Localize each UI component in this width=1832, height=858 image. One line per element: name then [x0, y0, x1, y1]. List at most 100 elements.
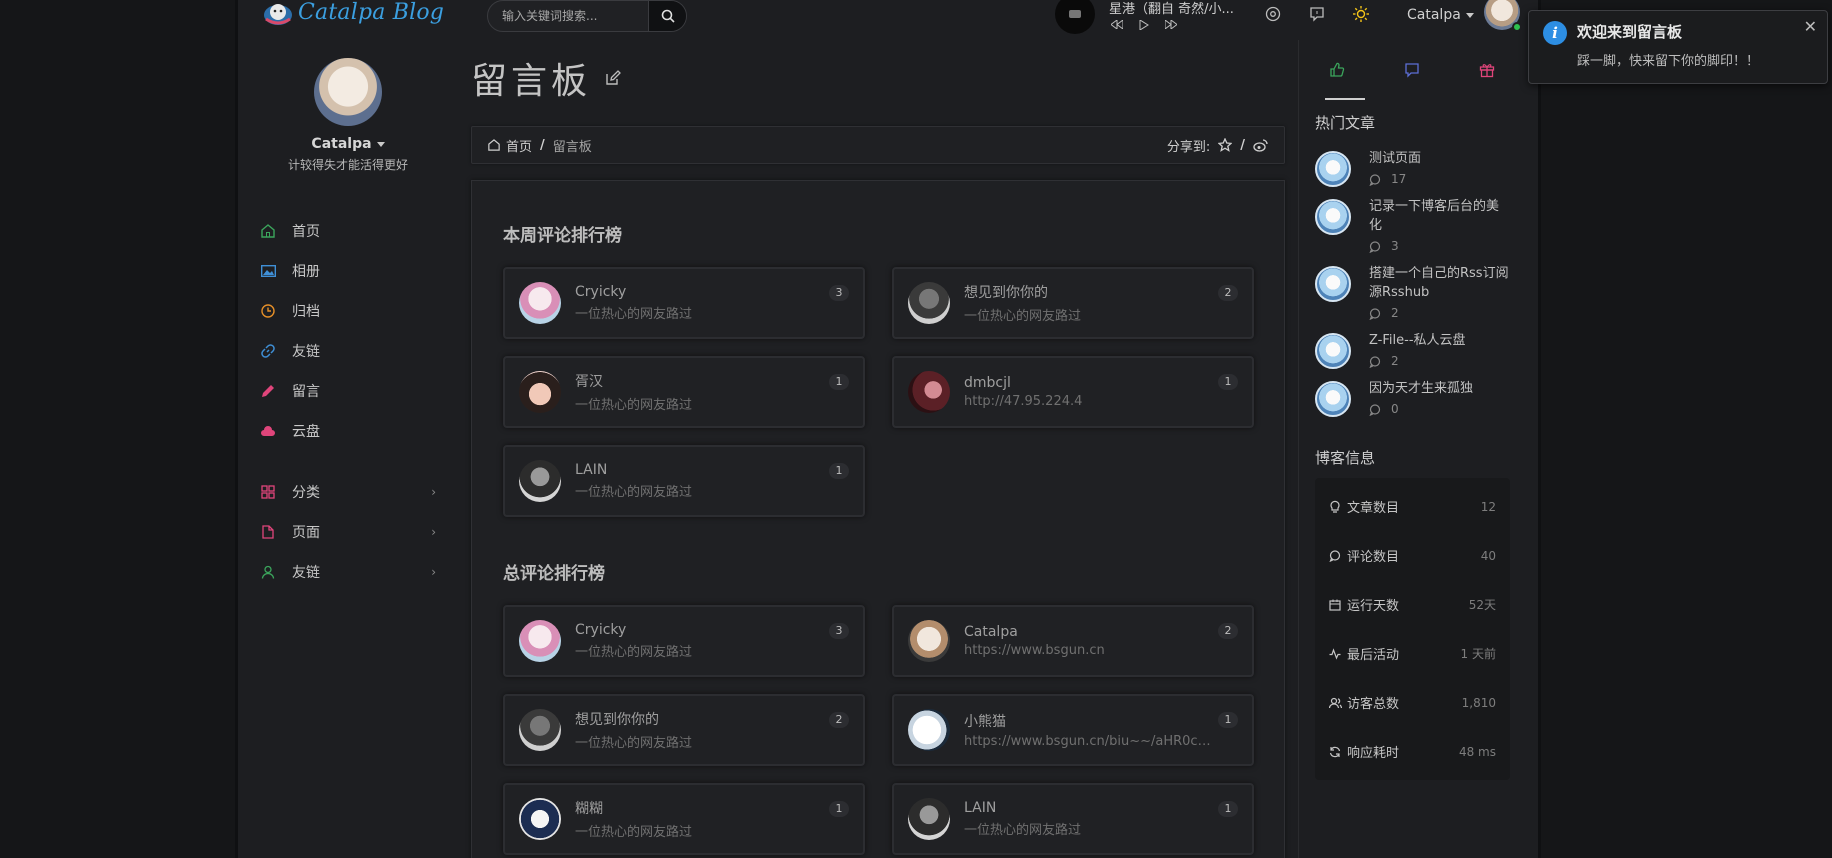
- search-input[interactable]: [488, 9, 648, 23]
- breadcrumb-home[interactable]: 首页: [488, 136, 532, 155]
- avatar: [1315, 381, 1351, 417]
- close-icon[interactable]: ✕: [1804, 17, 1817, 36]
- sidebar-item-pages[interactable]: 页面 ›: [238, 512, 458, 552]
- ranking-card[interactable]: 小熊猫 https://www.bsgun.cn/biu~~/aHR0cH... …: [892, 694, 1254, 766]
- ranking-card[interactable]: LAIN 一位热心的网友路过 1: [503, 445, 865, 517]
- profile-name[interactable]: Catalpa: [238, 136, 458, 152]
- star-icon[interactable]: [1218, 138, 1233, 152]
- blog-info-box: 文章数目 12 评论数目 40 运行天数 52天 最后活动 1 天前 访客总数 1,810…: [1315, 478, 1510, 780]
- sidebar-item-home[interactable]: 首页: [238, 211, 458, 251]
- comment-count-badge: 2: [1218, 285, 1238, 301]
- top-icon-group: [1265, 6, 1369, 22]
- hot-post-item[interactable]: 测试页面 17: [1299, 141, 1524, 189]
- search-box: [487, 0, 687, 32]
- hot-post-item[interactable]: 记录一下博客后台的美化 3: [1299, 189, 1524, 256]
- album-cover[interactable]: [1055, 0, 1095, 34]
- comment-icon: [1369, 355, 1381, 368]
- ranking-card[interactable]: dmbcjl http://47.95.224.4 1: [892, 356, 1254, 428]
- previous-icon[interactable]: [1111, 20, 1123, 29]
- sidebar-item-cloud[interactable]: 云盘: [238, 411, 458, 451]
- logo-text: Catalpa Blog: [298, 0, 445, 25]
- ranking-panel: 本周评论排行榜 Cryicky 一位热心的网友路过 3 想见到你你的 一位热心的网友…: [471, 180, 1285, 858]
- avatar: [908, 282, 950, 324]
- info-icon: i: [1543, 21, 1567, 45]
- main-content: 留言板 首页 / 留言板 分享到: / 本周评论排行榜 Cryicky 一位热心的…: [471, 32, 1285, 858]
- profile-motto: 计较得失才能活得更好: [287, 158, 408, 172]
- info-row-days: 运行天数 52天: [1315, 580, 1510, 629]
- activity-icon: [1329, 647, 1343, 660]
- avatar: [908, 371, 950, 413]
- comment-icon: [1369, 173, 1381, 186]
- clock-icon: [260, 303, 276, 319]
- ranking-card[interactable]: LAIN 一位热心的网友路过 1: [892, 783, 1254, 855]
- comment-count-badge: 1: [1218, 712, 1238, 728]
- chevron-right-icon: ›: [431, 525, 436, 539]
- search-button[interactable]: [648, 1, 686, 31]
- avatar: [519, 709, 561, 751]
- hot-post-item[interactable]: Z-File--私人云盘 2: [1299, 323, 1524, 371]
- breadcrumb: 首页 / 留言板 分享到: /: [471, 126, 1285, 164]
- user-name: Catalpa: [1407, 7, 1461, 23]
- site-logo[interactable]: Catalpa Blog: [260, 0, 444, 30]
- caret-down-icon: [376, 141, 385, 147]
- grid-icon: [260, 484, 276, 500]
- cloud-icon: [260, 423, 276, 439]
- play-icon[interactable]: [1139, 20, 1149, 30]
- comment-count-badge: 1: [829, 801, 849, 817]
- comment-icon[interactable]: [1404, 62, 1420, 78]
- ranking-card[interactable]: Cryicky 一位热心的网友路过 3: [503, 605, 865, 677]
- total-ranking-list: Cryicky 一位热心的网友路过 3 Catalpa https://www.bs…: [503, 605, 1254, 855]
- comment-icon: [1369, 307, 1381, 320]
- gift-icon[interactable]: [1479, 62, 1495, 78]
- online-status-dot: [1511, 22, 1522, 32]
- avatar: [1315, 333, 1351, 369]
- comment-count-badge: 1: [1218, 801, 1238, 817]
- active-tab-indicator: [1325, 98, 1365, 100]
- comment-count-badge: 1: [829, 463, 849, 479]
- comment-icon: [1329, 549, 1343, 562]
- ranking-card[interactable]: 糊糊 一位热心的网友路过 1: [503, 783, 865, 855]
- ranking-card[interactable]: 胥汉 一位热心的网友路过 1: [503, 356, 865, 428]
- sidebar-item-guestbook[interactable]: 留言: [238, 371, 458, 411]
- sidebar-nav: 首页 相册 归档 友链 留言 云盘 分类 › 页面 › 友链 ›: [238, 211, 458, 592]
- info-row-comments: 评论数目 40: [1315, 531, 1510, 580]
- avatar: [1315, 199, 1351, 235]
- sidebar-item-links[interactable]: 友链: [238, 331, 458, 371]
- file-icon: [260, 524, 276, 540]
- avatar[interactable]: [1483, 0, 1522, 32]
- next-icon[interactable]: [1165, 20, 1177, 29]
- profile-avatar[interactable]: [314, 58, 382, 126]
- avatar: [1315, 151, 1351, 187]
- target-icon[interactable]: [1265, 6, 1281, 22]
- comment-count-badge: 3: [829, 285, 849, 301]
- toast-title: 欢迎来到留言板: [1577, 23, 1683, 41]
- ranking-card[interactable]: Cryicky 一位热心的网友路过 3: [503, 267, 865, 339]
- sidebar-item-album[interactable]: 相册: [238, 251, 458, 291]
- sidebar-item-category[interactable]: 分类 ›: [238, 472, 458, 512]
- thumbs-up-icon[interactable]: [1329, 62, 1345, 78]
- info-row-visitors: 访客总数 1,810: [1315, 678, 1510, 727]
- ranking-card[interactable]: Catalpa https://www.bsgun.cn 2: [892, 605, 1254, 677]
- weekly-ranking-list: Cryicky 一位热心的网友路过 3 想见到你你的 一位热心的网友路过 2 胥汉一…: [503, 267, 1254, 517]
- edit-icon[interactable]: [605, 70, 621, 86]
- weibo-icon[interactable]: [1253, 138, 1268, 152]
- ranking-card[interactable]: 想见到你你的 一位热心的网友路过 2: [503, 694, 865, 766]
- sun-icon[interactable]: [1353, 6, 1369, 22]
- home-icon: [260, 223, 276, 239]
- sidebar-item-friends[interactable]: 友链 ›: [238, 552, 458, 592]
- hot-post-item[interactable]: 因为天才生来孤独 0: [1299, 371, 1524, 419]
- user-menu[interactable]: Catalpa: [1407, 0, 1522, 32]
- share-label: 分享到:: [1166, 139, 1211, 155]
- comment-count-badge: 2: [1218, 623, 1238, 639]
- comment-icon: [1369, 240, 1381, 253]
- calendar-icon: [1329, 599, 1343, 611]
- sidebar-item-archive[interactable]: 归档: [238, 291, 458, 331]
- left-sidebar: Catalpa 计较得失才能活得更好 首页 相册 归档 友链 留言 云盘 分类 …: [238, 32, 458, 592]
- message-icon[interactable]: [1309, 6, 1325, 22]
- ranking-card[interactable]: 想见到你你的 一位热心的网友路过 2: [892, 267, 1254, 339]
- breadcrumb-current: 留言板: [552, 139, 592, 155]
- hot-post-item[interactable]: 搭建一个自己的Rss订阅源Rsshub 2: [1299, 256, 1524, 323]
- users-icon: [1329, 697, 1343, 709]
- pencil-icon: [260, 383, 276, 399]
- user-icon: [260, 564, 276, 580]
